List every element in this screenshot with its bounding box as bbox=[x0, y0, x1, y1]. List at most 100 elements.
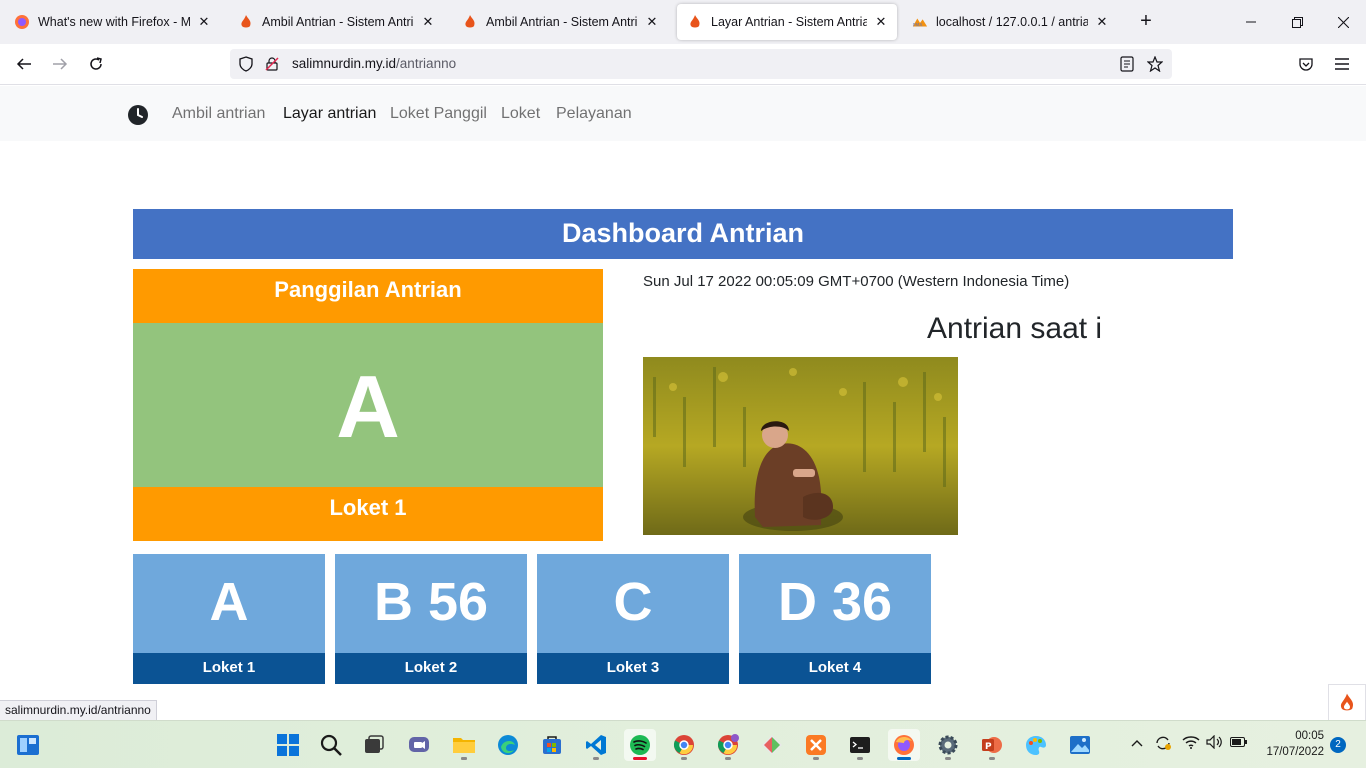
url-bar[interactable]: salimnurdin.my.id/antrianno bbox=[230, 49, 1172, 79]
loket-card-4: D 36 Loket 4 bbox=[739, 554, 931, 684]
minimize-button[interactable] bbox=[1228, 0, 1274, 44]
running-indicator bbox=[725, 757, 731, 760]
browser-tab-3[interactable]: Ambil Antrian - Sistem Antrian ✕ bbox=[452, 4, 668, 40]
windows-start-icon[interactable] bbox=[272, 729, 304, 761]
loket-label: Loket 2 bbox=[335, 653, 527, 684]
forward-arrow-icon bbox=[53, 58, 68, 70]
loket-number: D 36 bbox=[739, 554, 931, 653]
nav-loket-panggil[interactable]: Loket Panggil bbox=[390, 105, 487, 123]
clock-text: Sun Jul 17 2022 00:05:09 GMT+0700 (Weste… bbox=[643, 273, 1070, 290]
forward-button[interactable] bbox=[46, 50, 74, 78]
widgets-icon[interactable] bbox=[12, 729, 44, 761]
running-text-content: Antrian saat i bbox=[927, 312, 1103, 345]
tab-close-icon[interactable]: ✕ bbox=[644, 14, 660, 30]
svg-text:P: P bbox=[985, 742, 992, 752]
vscode-icon[interactable] bbox=[580, 729, 612, 761]
notification-badge[interactable]: 2 bbox=[1330, 737, 1346, 753]
running-text: Antrian saat i bbox=[643, 312, 1113, 352]
tab-close-icon[interactable]: ✕ bbox=[420, 14, 436, 30]
terminal-icon[interactable] bbox=[844, 729, 876, 761]
task-view-icon[interactable] bbox=[358, 729, 390, 761]
browser-tab-2[interactable]: Ambil Antrian - Sistem Antrian ✕ bbox=[228, 4, 444, 40]
nav-pelayanan[interactable]: Pelayanan bbox=[556, 105, 632, 123]
sync-icon[interactable] bbox=[1154, 735, 1172, 754]
close-icon bbox=[1337, 16, 1349, 28]
new-tab-button[interactable]: + bbox=[1134, 10, 1158, 34]
running-indicator bbox=[857, 757, 863, 760]
tab-close-icon[interactable]: ✕ bbox=[1094, 14, 1110, 30]
back-arrow-icon bbox=[16, 58, 31, 70]
nav-loket[interactable]: Loket bbox=[501, 105, 540, 123]
insecure-lock-icon[interactable] bbox=[264, 56, 280, 72]
clock-date: 17/07/2022 bbox=[1266, 746, 1324, 758]
menu-button[interactable] bbox=[1328, 50, 1356, 78]
shield-icon[interactable] bbox=[238, 56, 254, 72]
microsoft-store-icon[interactable] bbox=[536, 729, 568, 761]
current-queue-number: A bbox=[133, 323, 603, 487]
running-indicator bbox=[681, 757, 687, 760]
running-indicator bbox=[813, 757, 819, 760]
xampp-icon[interactable] bbox=[800, 729, 832, 761]
flame-icon bbox=[462, 14, 478, 30]
teams-chat-icon[interactable] bbox=[403, 729, 435, 761]
phpmyadmin-icon: PMA bbox=[912, 14, 928, 30]
powerpoint-icon[interactable]: P bbox=[976, 729, 1008, 761]
volume-icon[interactable] bbox=[1206, 734, 1224, 752]
chrome-profile-icon[interactable] bbox=[712, 729, 744, 761]
url-text: salimnurdin.my.id/antrianno bbox=[292, 56, 456, 71]
browser-toolbar: salimnurdin.my.id/antrianno bbox=[0, 44, 1366, 85]
running-indicator bbox=[945, 757, 951, 760]
reader-mode-icon[interactable] bbox=[1119, 56, 1135, 72]
file-explorer-icon[interactable] bbox=[448, 729, 480, 761]
loket-card-1: A Loket 1 bbox=[133, 554, 325, 684]
dashboard-title: Dashboard Antrian bbox=[133, 209, 1233, 259]
edge-icon[interactable] bbox=[492, 729, 524, 761]
loket-card-3: C Loket 3 bbox=[537, 554, 729, 684]
restore-icon bbox=[1291, 16, 1303, 28]
loket-number: B 56 bbox=[335, 554, 527, 653]
nav-ambil-antrian[interactable]: Ambil antrian bbox=[172, 105, 265, 123]
pocket-icon bbox=[1299, 58, 1313, 71]
loket-label: Loket 1 bbox=[133, 653, 325, 684]
clock-time: 00:05 bbox=[1295, 730, 1324, 742]
wifi-icon[interactable] bbox=[1182, 735, 1200, 752]
flame-icon bbox=[238, 14, 254, 30]
close-window-button[interactable] bbox=[1320, 0, 1366, 44]
nav-layar-antrian[interactable]: Layar antrian bbox=[283, 105, 376, 123]
tab-title: Layar Antrian - Sistem Antrian bbox=[711, 15, 867, 29]
tab-title: Ambil Antrian - Sistem Antrian bbox=[262, 15, 414, 29]
svg-text:PMA: PMA bbox=[913, 22, 923, 28]
pocket-button[interactable] bbox=[1292, 50, 1320, 78]
url-path: /antrianno bbox=[396, 56, 457, 71]
bookmark-star-icon[interactable] bbox=[1147, 56, 1163, 72]
spotify-icon[interactable] bbox=[624, 729, 656, 761]
browser-tab-1[interactable]: What's new with Firefox - More ✕ bbox=[4, 4, 220, 40]
photos-icon[interactable] bbox=[1064, 729, 1096, 761]
firefox-icon[interactable] bbox=[888, 729, 920, 761]
browser-tab-5[interactable]: PMA localhost / 127.0.0.1 / antrianlok ✕ bbox=[902, 4, 1118, 40]
animated-image bbox=[643, 357, 958, 535]
status-bar-url: salimnurdin.my.id/antrianno bbox=[0, 700, 157, 721]
git-tool-icon[interactable] bbox=[756, 729, 788, 761]
loket-number: C bbox=[537, 554, 729, 653]
settings-gear-icon[interactable] bbox=[932, 729, 964, 761]
search-icon[interactable] bbox=[315, 729, 347, 761]
chrome-icon[interactable] bbox=[668, 729, 700, 761]
clock-icon[interactable] bbox=[127, 104, 149, 126]
loket-label: Loket 4 bbox=[739, 653, 931, 684]
browser-tab-active[interactable]: Layar Antrian - Sistem Antrian ✕ bbox=[677, 4, 897, 40]
flame-icon[interactable] bbox=[1328, 684, 1366, 722]
running-indicator bbox=[897, 757, 911, 760]
back-button[interactable] bbox=[10, 50, 38, 78]
tab-close-icon[interactable]: ✕ bbox=[873, 14, 889, 30]
chevron-up-icon[interactable] bbox=[1131, 735, 1143, 751]
battery-icon[interactable] bbox=[1230, 735, 1248, 751]
tab-close-icon[interactable]: ✕ bbox=[196, 14, 212, 30]
current-loket-label: Loket 1 bbox=[133, 487, 603, 541]
restore-button[interactable] bbox=[1274, 0, 1320, 44]
system-clock[interactable]: 00:05 17/07/2022 bbox=[1262, 728, 1324, 760]
paint-icon[interactable] bbox=[1020, 729, 1052, 761]
tab-title: What's new with Firefox - More bbox=[38, 15, 190, 29]
reload-button[interactable] bbox=[82, 50, 110, 78]
url-domain: salimnurdin.my.id bbox=[292, 56, 397, 71]
